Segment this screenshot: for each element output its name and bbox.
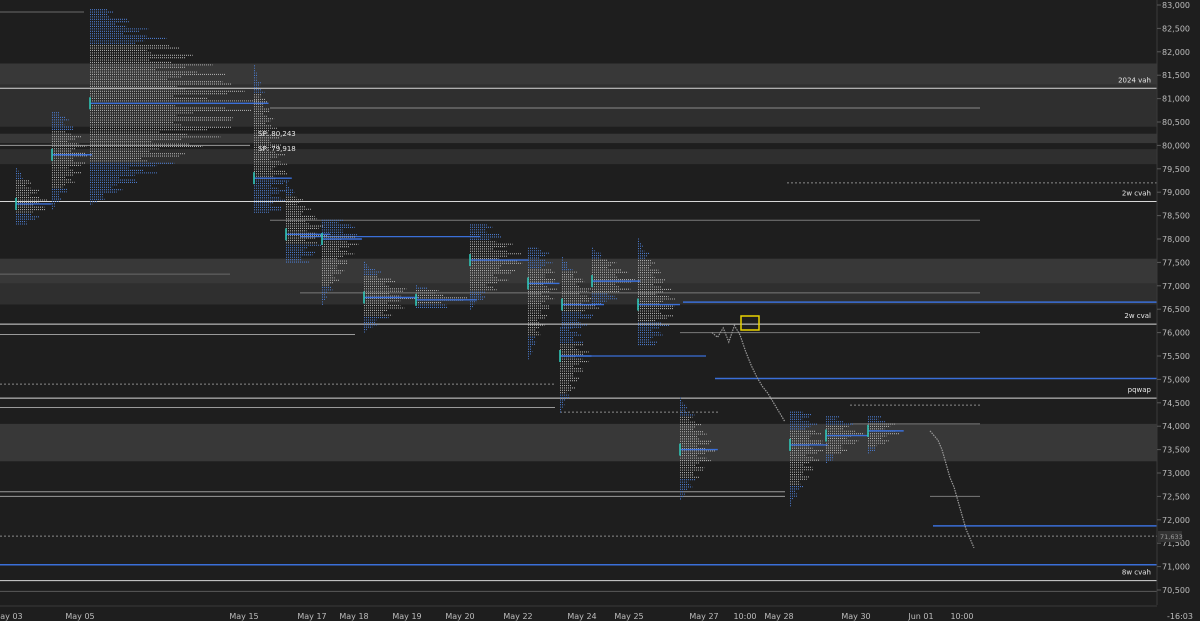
price-tick-label: 75,500 [1162, 352, 1190, 361]
time-tick-label: May 28 [764, 612, 793, 621]
sp-annotation: SP: 80,243 [258, 130, 296, 138]
price-tick-label: 72,000 [1162, 516, 1190, 525]
price-tick-label: 75,000 [1162, 375, 1190, 384]
price-tick-label: 81,500 [1162, 71, 1190, 80]
price-tick-label: 78,000 [1162, 235, 1190, 244]
countdown-label: -16:03 [1167, 612, 1193, 621]
price-tick-label: 79,500 [1162, 165, 1190, 174]
price-tick-label: 70,500 [1162, 586, 1190, 595]
time-tick-label: 10:00 [733, 612, 756, 621]
level-label: 2w cval [1124, 312, 1151, 320]
value-area-zone [0, 149, 1157, 165]
price-tick-label: 80,000 [1162, 141, 1190, 150]
level-label: 2w cvah [1122, 190, 1151, 198]
time-tick-label: Jun 01 [907, 612, 933, 621]
price-tick-label: 79,000 [1162, 188, 1190, 197]
time-tick-label: May 25 [614, 612, 643, 621]
time-tick-label: May 05 [65, 612, 94, 621]
value-area-zone [0, 84, 1157, 127]
level-label: 8w cvah [1122, 569, 1151, 577]
price-tick-label: 82,500 [1162, 24, 1190, 33]
time-tick-label: May 22 [503, 612, 532, 621]
time-tick-label: May 24 [567, 612, 596, 621]
price-tick-label: 81,000 [1162, 95, 1190, 104]
market-profile-chart[interactable]: 2024 vah 2w cvah 2w cval pqwap 8w cvah SP: 8… [0, 0, 1200, 621]
price-tick-label: 82,000 [1162, 48, 1190, 57]
price-tick-label: 71,000 [1162, 563, 1190, 572]
last-price-tag: 71,633 [1158, 530, 1183, 542]
time-tick-label: May 19 [392, 612, 421, 621]
price-tick-label: 74,500 [1162, 399, 1190, 408]
sp-annotation: SP: 79,918 [258, 145, 296, 153]
price-tick-label: 76,000 [1162, 329, 1190, 338]
time-tick-label: May 17 [297, 612, 326, 621]
price-tick-label: 76,500 [1162, 305, 1190, 314]
price-tick-label: 83,000 [1162, 1, 1190, 10]
value-area-zone [0, 423, 1157, 462]
price-tick-label: 77,500 [1162, 258, 1190, 267]
time-tick-label: May 03 [0, 612, 23, 621]
time-tick-label: May 18 [339, 612, 368, 621]
time-tick-label: May 15 [229, 612, 258, 621]
level-label: 2024 vah [1118, 76, 1151, 84]
last-price-label: 71,633 [1160, 533, 1183, 541]
price-tick-label: 73,500 [1162, 446, 1190, 455]
value-area-zone [0, 133, 1157, 144]
time-tick-label: May 20 [445, 612, 474, 621]
price-tick-label: 80,500 [1162, 118, 1190, 127]
price-tick-label: 73,000 [1162, 469, 1190, 478]
time-tick-label: May 30 [841, 612, 870, 621]
chart-root: 2024 vah 2w cvah 2w cval pqwap 8w cvah SP: 8… [0, 0, 1200, 621]
price-tick-label: 78,500 [1162, 212, 1190, 221]
time-tick-label: 10:00 [950, 612, 973, 621]
price-tick-label: 74,000 [1162, 422, 1190, 431]
price-tick-label: 72,500 [1162, 492, 1190, 501]
time-tick-label: May 27 [689, 612, 718, 621]
price-tick-label: 77,000 [1162, 282, 1190, 291]
level-label: pqwap [1128, 386, 1152, 394]
value-area-zone [0, 63, 1157, 85]
